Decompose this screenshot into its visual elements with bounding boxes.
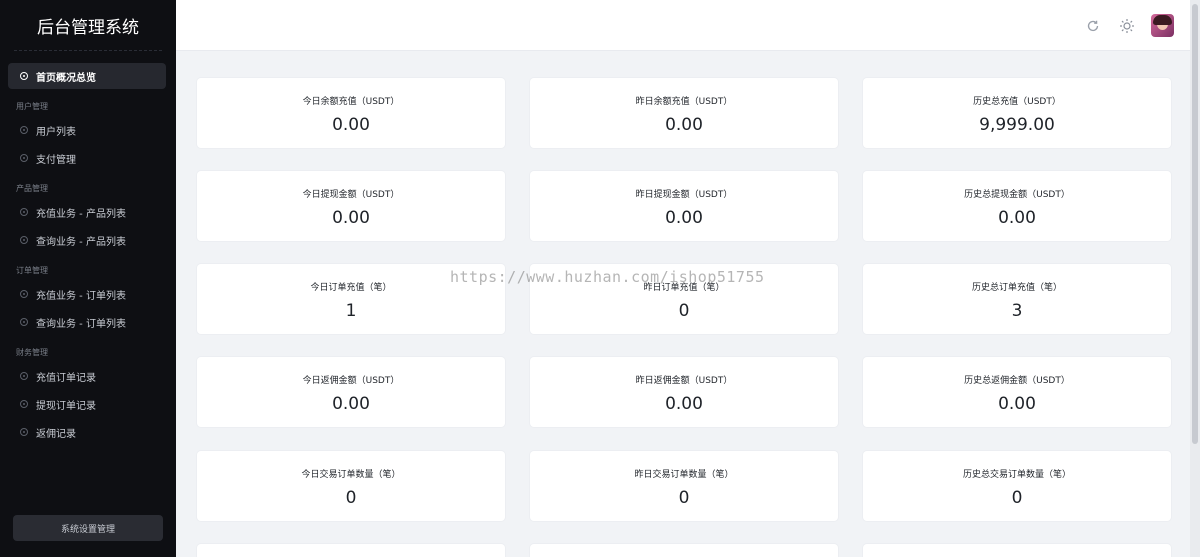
stat-label: 今日交易订单数量（笔） bbox=[301, 470, 401, 480]
stat-label: 昨日交易订单数量（笔） bbox=[634, 470, 734, 480]
stat-value: 0.00 bbox=[665, 115, 703, 135]
stat-card: 昨日订单充值（笔） 0 bbox=[530, 264, 838, 334]
stat-value: 3 bbox=[1011, 301, 1023, 321]
stat-value: 0 bbox=[678, 488, 690, 508]
stat-card: 今日返佣金额（USDT） 0.00 bbox=[197, 357, 505, 427]
stat-value: 9,999.00 bbox=[979, 115, 1055, 135]
sidebar-item-label: 充值订单记录 bbox=[36, 372, 96, 384]
stat-value: 0.00 bbox=[665, 394, 703, 414]
stat-value: 0 bbox=[1011, 488, 1023, 508]
sidebar-item-label: 返佣记录 bbox=[36, 428, 76, 440]
bullet-icon bbox=[20, 290, 28, 298]
stat-card-partial bbox=[197, 544, 505, 557]
sidebar-item-user-list[interactable]: 用户列表 bbox=[8, 117, 166, 143]
stat-value: 0.00 bbox=[332, 394, 370, 414]
stat-value: 0.00 bbox=[332, 208, 370, 228]
sidebar-item-label: 用户列表 bbox=[36, 126, 76, 138]
stat-value: 0 bbox=[345, 488, 357, 508]
top-header bbox=[176, 0, 1190, 51]
bullet-icon bbox=[20, 318, 28, 326]
stat-card: 历史总交易订单数量（笔） 0 bbox=[863, 451, 1171, 521]
bullet-icon bbox=[20, 126, 28, 134]
sidebar-item-recharge-products[interactable]: 充值业务 - 产品列表 bbox=[8, 199, 166, 225]
sidebar-item-label: 支付管理 bbox=[36, 154, 76, 166]
stat-value: 0.00 bbox=[332, 115, 370, 135]
stat-label: 历史总返佣金额（USDT） bbox=[964, 376, 1070, 386]
bullet-icon bbox=[20, 428, 28, 436]
stat-value: 1 bbox=[345, 301, 357, 321]
sidebar-item-recharge-orders[interactable]: 充值业务 - 订单列表 bbox=[8, 281, 166, 307]
group-title-orders: 订单管理 bbox=[16, 266, 48, 275]
stat-card: 历史总订单充值（笔） 3 bbox=[863, 264, 1171, 334]
stat-label: 昨日返佣金额（USDT） bbox=[635, 376, 733, 386]
system-settings-button[interactable]: 系统设置管理 bbox=[13, 515, 163, 541]
sidebar-item-dashboard[interactable]: 首页概况总览 bbox=[8, 63, 166, 89]
group-title-users: 用户管理 bbox=[16, 102, 48, 111]
stat-value: 0.00 bbox=[998, 208, 1036, 228]
stat-card: 今日余额充值（USDT） 0.00 bbox=[197, 78, 505, 148]
sidebar-item-rebate-records[interactable]: 返佣记录 bbox=[8, 419, 166, 445]
sidebar-item-label: 充值业务 - 订单列表 bbox=[36, 290, 126, 302]
stat-card-partial bbox=[863, 544, 1171, 557]
sidebar-item-label: 查询业务 - 产品列表 bbox=[36, 236, 126, 248]
admin-app: 后台管理系统 首页概况总览 用户管理 用户列表 支付管理 产品管理 充值业务 -… bbox=[0, 0, 1200, 557]
stat-label: 历史总提现金额（USDT） bbox=[964, 190, 1070, 200]
sidebar-item-payment[interactable]: 支付管理 bbox=[8, 145, 166, 171]
stat-label: 今日返佣金额（USDT） bbox=[302, 376, 400, 386]
sidebar-item-label: 充值业务 - 产品列表 bbox=[36, 208, 126, 220]
stat-value: 0 bbox=[678, 301, 690, 321]
stat-card-partial bbox=[530, 544, 838, 557]
bullet-icon bbox=[20, 208, 28, 216]
sidebar-nav: 首页概况总览 用户管理 用户列表 支付管理 产品管理 充值业务 - 产品列表 查… bbox=[0, 51, 176, 445]
stat-card: 今日提现金额（USDT） 0.00 bbox=[197, 171, 505, 241]
stat-value: 0.00 bbox=[998, 394, 1036, 414]
stat-label: 今日提现金额（USDT） bbox=[302, 190, 400, 200]
bullet-icon bbox=[20, 400, 28, 408]
dashboard-content: 今日余额充值（USDT） 0.00 昨日余额充值（USDT） 0.00 历史总充值（… bbox=[176, 51, 1190, 557]
user-avatar[interactable] bbox=[1151, 14, 1174, 37]
stat-label: 历史总交易订单数量（笔） bbox=[962, 470, 1071, 480]
bullet-icon bbox=[20, 72, 28, 80]
app-title: 后台管理系统 bbox=[14, 0, 162, 51]
scrollbar-thumb[interactable] bbox=[1192, 4, 1198, 444]
stat-label: 昨日提现金额（USDT） bbox=[635, 190, 733, 200]
group-title-products: 产品管理 bbox=[16, 184, 48, 193]
sidebar-item-query-orders[interactable]: 查询业务 - 订单列表 bbox=[8, 309, 166, 335]
stat-card: 今日订单充值（笔） 1 bbox=[197, 264, 505, 334]
stat-value: 0.00 bbox=[665, 208, 703, 228]
sun-icon[interactable] bbox=[1117, 16, 1137, 36]
stat-label: 历史总充值（USDT） bbox=[973, 97, 1061, 107]
stat-card: 历史总提现金额（USDT） 0.00 bbox=[863, 171, 1171, 241]
stat-card: 历史总充值（USDT） 9,999.00 bbox=[863, 78, 1171, 148]
sidebar-item-query-products[interactable]: 查询业务 - 产品列表 bbox=[8, 227, 166, 253]
sidebar-item-withdraw-records[interactable]: 提现订单记录 bbox=[8, 391, 166, 417]
bullet-icon bbox=[20, 154, 28, 162]
stat-label: 昨日订单充值（笔） bbox=[643, 283, 725, 293]
sidebar-item-recharge-records[interactable]: 充值订单记录 bbox=[8, 363, 166, 389]
stat-card: 昨日交易订单数量（笔） 0 bbox=[530, 451, 838, 521]
stat-label: 今日订单充值（笔） bbox=[310, 283, 392, 293]
header-actions bbox=[1083, 14, 1174, 37]
sidebar-item-label: 查询业务 - 订单列表 bbox=[36, 318, 126, 330]
stat-card: 今日交易订单数量（笔） 0 bbox=[197, 451, 505, 521]
stat-card: 昨日返佣金额（USDT） 0.00 bbox=[530, 357, 838, 427]
stat-label: 今日余额充值（USDT） bbox=[302, 97, 400, 107]
stat-card: 昨日余额充值（USDT） 0.00 bbox=[530, 78, 838, 148]
group-title-finance: 财务管理 bbox=[16, 348, 48, 357]
stat-label: 昨日余额充值（USDT） bbox=[635, 97, 733, 107]
stat-card: 昨日提现金额（USDT） 0.00 bbox=[530, 171, 838, 241]
stat-card: 历史总返佣金额（USDT） 0.00 bbox=[863, 357, 1171, 427]
sidebar: 后台管理系统 首页概况总览 用户管理 用户列表 支付管理 产品管理 充值业务 -… bbox=[0, 0, 176, 557]
bullet-icon bbox=[20, 236, 28, 244]
stat-label: 历史总订单充值（笔） bbox=[971, 283, 1062, 293]
page-scrollbar[interactable] bbox=[1190, 0, 1200, 557]
refresh-icon[interactable] bbox=[1083, 16, 1103, 36]
sidebar-item-label: 提现订单记录 bbox=[36, 400, 96, 412]
bullet-icon bbox=[20, 372, 28, 380]
sidebar-item-label: 首页概况总览 bbox=[36, 72, 96, 84]
